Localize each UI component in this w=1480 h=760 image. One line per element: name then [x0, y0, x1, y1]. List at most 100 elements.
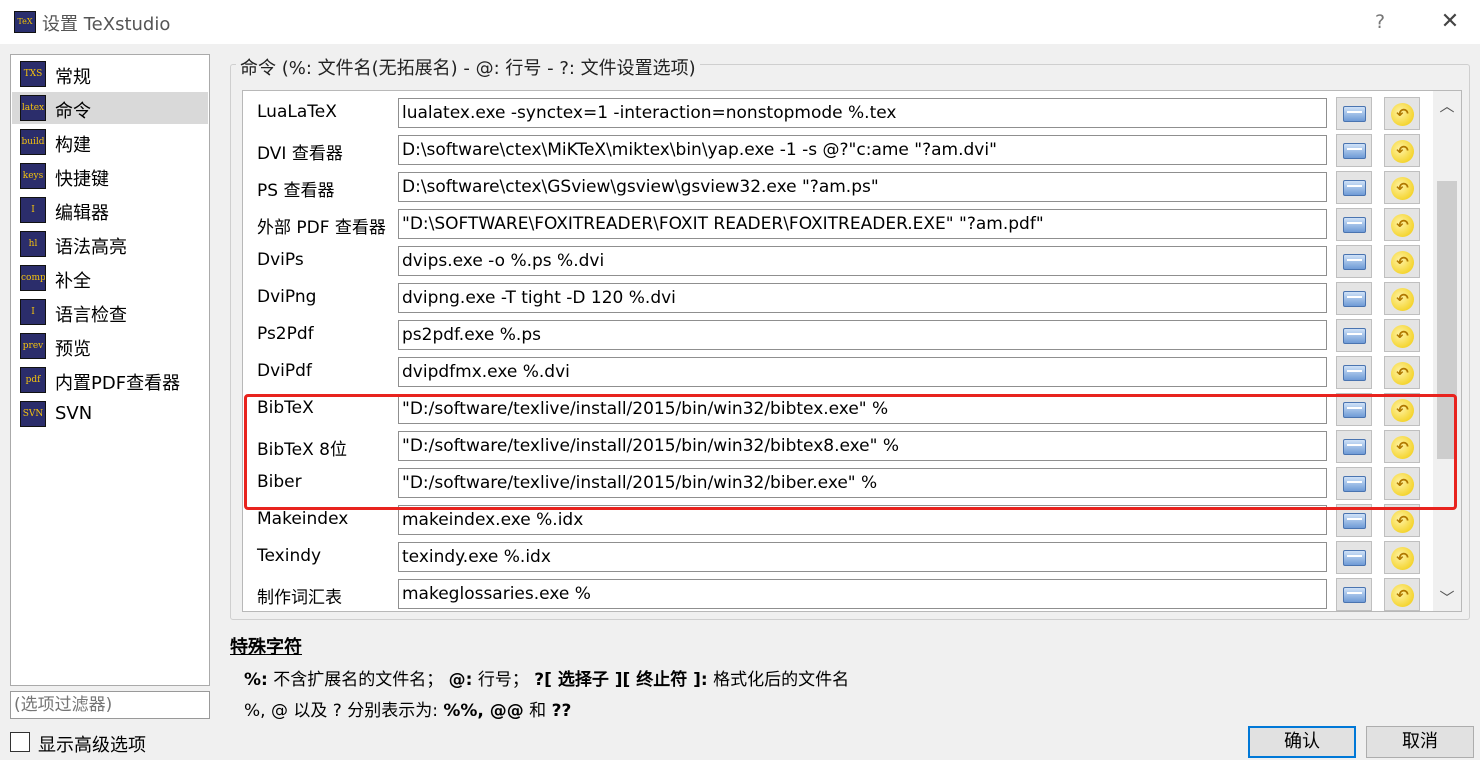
command-input[interactable]	[398, 172, 1327, 202]
command-row: DVI 查看器 ↶	[243, 132, 1433, 169]
command-input[interactable]	[398, 320, 1327, 350]
nav-item-10[interactable]: SVN SVN	[12, 398, 208, 430]
reset-command-button[interactable]: ↶	[1384, 208, 1420, 241]
scroll-up-arrow-icon[interactable]: ︿	[1433, 93, 1461, 119]
select-program-icon	[1343, 254, 1366, 270]
undo-icon: ↶	[1391, 103, 1414, 126]
select-program-button[interactable]	[1336, 504, 1372, 537]
reset-command-button[interactable]: ↶	[1384, 97, 1420, 130]
close-button[interactable]: ✕	[1436, 8, 1464, 36]
undo-icon: ↶	[1391, 510, 1414, 533]
select-program-icon	[1343, 439, 1366, 455]
reset-command-button[interactable]: ↶	[1384, 134, 1420, 167]
nav-item-0[interactable]: TXS 常规	[12, 58, 208, 90]
category-icon: build	[20, 129, 46, 155]
select-program-icon	[1343, 143, 1366, 159]
commands-scroll-area[interactable]: LuaLaTeX↶DVI 查看器↶PS 查看器↶外部 PDF 查看器↶DviPs…	[242, 90, 1462, 612]
select-program-button[interactable]	[1336, 97, 1372, 130]
undo-icon: ↶	[1391, 473, 1414, 496]
select-program-icon	[1343, 550, 1366, 566]
select-program-button[interactable]	[1336, 356, 1372, 389]
select-program-button[interactable]	[1336, 171, 1372, 204]
select-program-button[interactable]	[1336, 319, 1372, 352]
select-program-button[interactable]	[1336, 578, 1372, 611]
nav-item-5[interactable]: hl 语法高亮	[12, 228, 208, 260]
select-program-button[interactable]	[1336, 282, 1372, 315]
scrollbar-thumb[interactable]	[1437, 181, 1457, 459]
nav-item-7[interactable]: I 语言检查	[12, 296, 208, 328]
command-input[interactable]	[398, 542, 1327, 572]
nav-item-6[interactable]: comp 补全	[12, 262, 208, 294]
nav-item-3[interactable]: keys 快捷键	[12, 160, 208, 192]
select-program-button[interactable]	[1336, 208, 1372, 241]
scroll-down-arrow-icon[interactable]: ﹀	[1433, 585, 1461, 611]
select-program-button[interactable]	[1336, 245, 1372, 278]
undo-icon: ↶	[1391, 251, 1414, 274]
special-chars-segment: ?[ 选择子 ][ 终止符 ]:	[534, 670, 708, 690]
select-program-button[interactable]	[1336, 393, 1372, 426]
command-row: 外部 PDF 查看器 ↶	[243, 206, 1433, 243]
special-chars-segment: 格式化后的文件名	[707, 670, 850, 690]
command-input[interactable]	[398, 505, 1327, 535]
nav-item-label: 语言检查	[55, 305, 127, 326]
window-title: 设置 TeXstudio	[42, 14, 171, 35]
category-icon: latex	[20, 95, 46, 121]
command-input[interactable]	[398, 394, 1327, 424]
select-program-button[interactable]	[1336, 430, 1372, 463]
reset-command-button[interactable]: ↶	[1384, 245, 1420, 278]
command-input[interactable]	[398, 468, 1327, 498]
undo-icon: ↶	[1391, 436, 1414, 459]
ok-button[interactable]: 确认	[1248, 726, 1356, 758]
nav-item-9[interactable]: pdf 内置PDF查看器	[12, 364, 208, 396]
nav-item-1[interactable]: latex 命令	[12, 92, 208, 124]
cancel-button[interactable]: 取消	[1366, 726, 1474, 758]
command-row: BibTeX 8位 ↶	[243, 428, 1433, 465]
command-input[interactable]	[398, 135, 1327, 165]
category-icon: comp	[20, 265, 46, 291]
undo-icon: ↶	[1391, 214, 1414, 237]
nav-item-label: 编辑器	[55, 203, 109, 224]
category-icon: I	[20, 299, 46, 325]
command-label: BibTeX	[257, 398, 314, 418]
reset-command-button[interactable]: ↶	[1384, 578, 1420, 611]
help-button[interactable]: ?	[1368, 8, 1392, 36]
reset-command-button[interactable]: ↶	[1384, 467, 1420, 500]
command-input[interactable]	[398, 98, 1327, 128]
command-input[interactable]	[398, 246, 1327, 276]
command-input[interactable]	[398, 209, 1327, 239]
select-program-button[interactable]	[1336, 541, 1372, 574]
vertical-scrollbar[interactable]: ︿ ﹀	[1433, 91, 1461, 611]
nav-item-label: 语法高亮	[55, 237, 127, 258]
nav-item-2[interactable]: build 构建	[12, 126, 208, 158]
reset-command-button[interactable]: ↶	[1384, 319, 1420, 352]
command-input[interactable]	[398, 357, 1327, 387]
command-row: LuaLaTeX ↶	[243, 95, 1433, 132]
select-program-button[interactable]	[1336, 134, 1372, 167]
reset-command-button[interactable]: ↶	[1384, 282, 1420, 315]
nav-item-4[interactable]: I 编辑器	[12, 194, 208, 226]
settings-category-list[interactable]: TXS 常规 latex 命令 build 构建 keys 快捷键 I 编辑器 hl 语法高亮 comp…	[10, 54, 210, 686]
select-program-icon	[1343, 106, 1366, 122]
command-row: DviPng ↶	[243, 280, 1433, 317]
reset-command-button[interactable]: ↶	[1384, 430, 1420, 463]
command-input[interactable]	[398, 431, 1327, 461]
show-advanced-checkbox[interactable]	[10, 732, 30, 752]
special-chars-segment: %%, @@	[443, 701, 524, 721]
nav-item-label: 快捷键	[55, 169, 109, 190]
select-program-button[interactable]	[1336, 467, 1372, 500]
nav-item-8[interactable]: prev 预览	[12, 330, 208, 362]
select-program-icon	[1343, 587, 1366, 603]
undo-icon: ↶	[1391, 362, 1414, 385]
command-label: DVI 查看器	[257, 144, 343, 164]
option-filter-input[interactable]	[10, 691, 210, 719]
undo-icon: ↶	[1391, 325, 1414, 348]
undo-icon: ↶	[1391, 547, 1414, 570]
reset-command-button[interactable]: ↶	[1384, 393, 1420, 426]
command-input[interactable]	[398, 283, 1327, 313]
reset-command-button[interactable]: ↶	[1384, 504, 1420, 537]
command-input[interactable]	[398, 579, 1327, 609]
texstudio-app-icon: TeX	[14, 11, 36, 33]
reset-command-button[interactable]: ↶	[1384, 171, 1420, 204]
reset-command-button[interactable]: ↶	[1384, 356, 1420, 389]
reset-command-button[interactable]: ↶	[1384, 541, 1420, 574]
